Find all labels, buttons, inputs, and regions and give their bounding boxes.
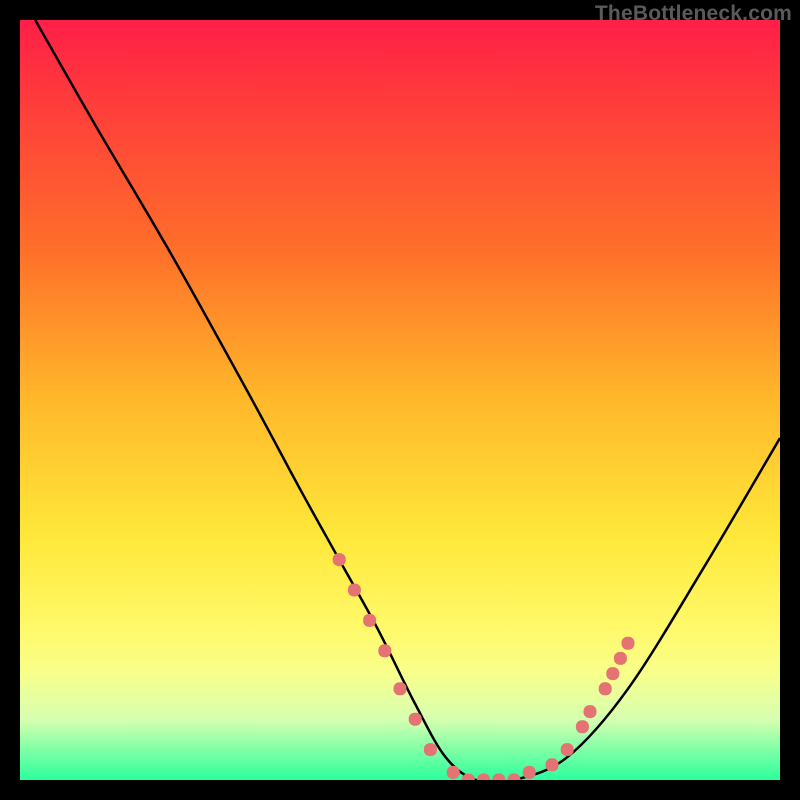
highlight-dot	[584, 705, 597, 718]
highlight-dot	[576, 720, 589, 733]
highlight-dot	[424, 743, 437, 756]
highlight-dot	[546, 758, 559, 771]
highlight-dot	[508, 774, 521, 781]
highlight-markers	[333, 553, 635, 780]
highlight-dot	[333, 553, 346, 566]
curve-svg	[20, 20, 780, 780]
watermark-text: TheBottleneck.com	[595, 2, 792, 26]
highlight-dot	[561, 743, 574, 756]
highlight-dot	[447, 766, 460, 779]
chart-frame: TheBottleneck.com	[0, 0, 800, 800]
highlight-dot	[622, 637, 635, 650]
highlight-dot	[348, 584, 361, 597]
highlight-dot	[599, 682, 612, 695]
highlight-dot	[523, 766, 536, 779]
highlight-dot	[614, 652, 627, 665]
highlight-dot	[394, 682, 407, 695]
bottleneck-curve	[35, 20, 780, 780]
highlight-dot	[492, 774, 505, 781]
highlight-dot	[477, 774, 490, 781]
highlight-dot	[606, 667, 619, 680]
bottleneck-curve-path	[35, 20, 780, 780]
highlight-dot	[378, 644, 391, 657]
plot-area	[20, 20, 780, 780]
highlight-dot	[409, 713, 422, 726]
highlight-dot	[363, 614, 376, 627]
